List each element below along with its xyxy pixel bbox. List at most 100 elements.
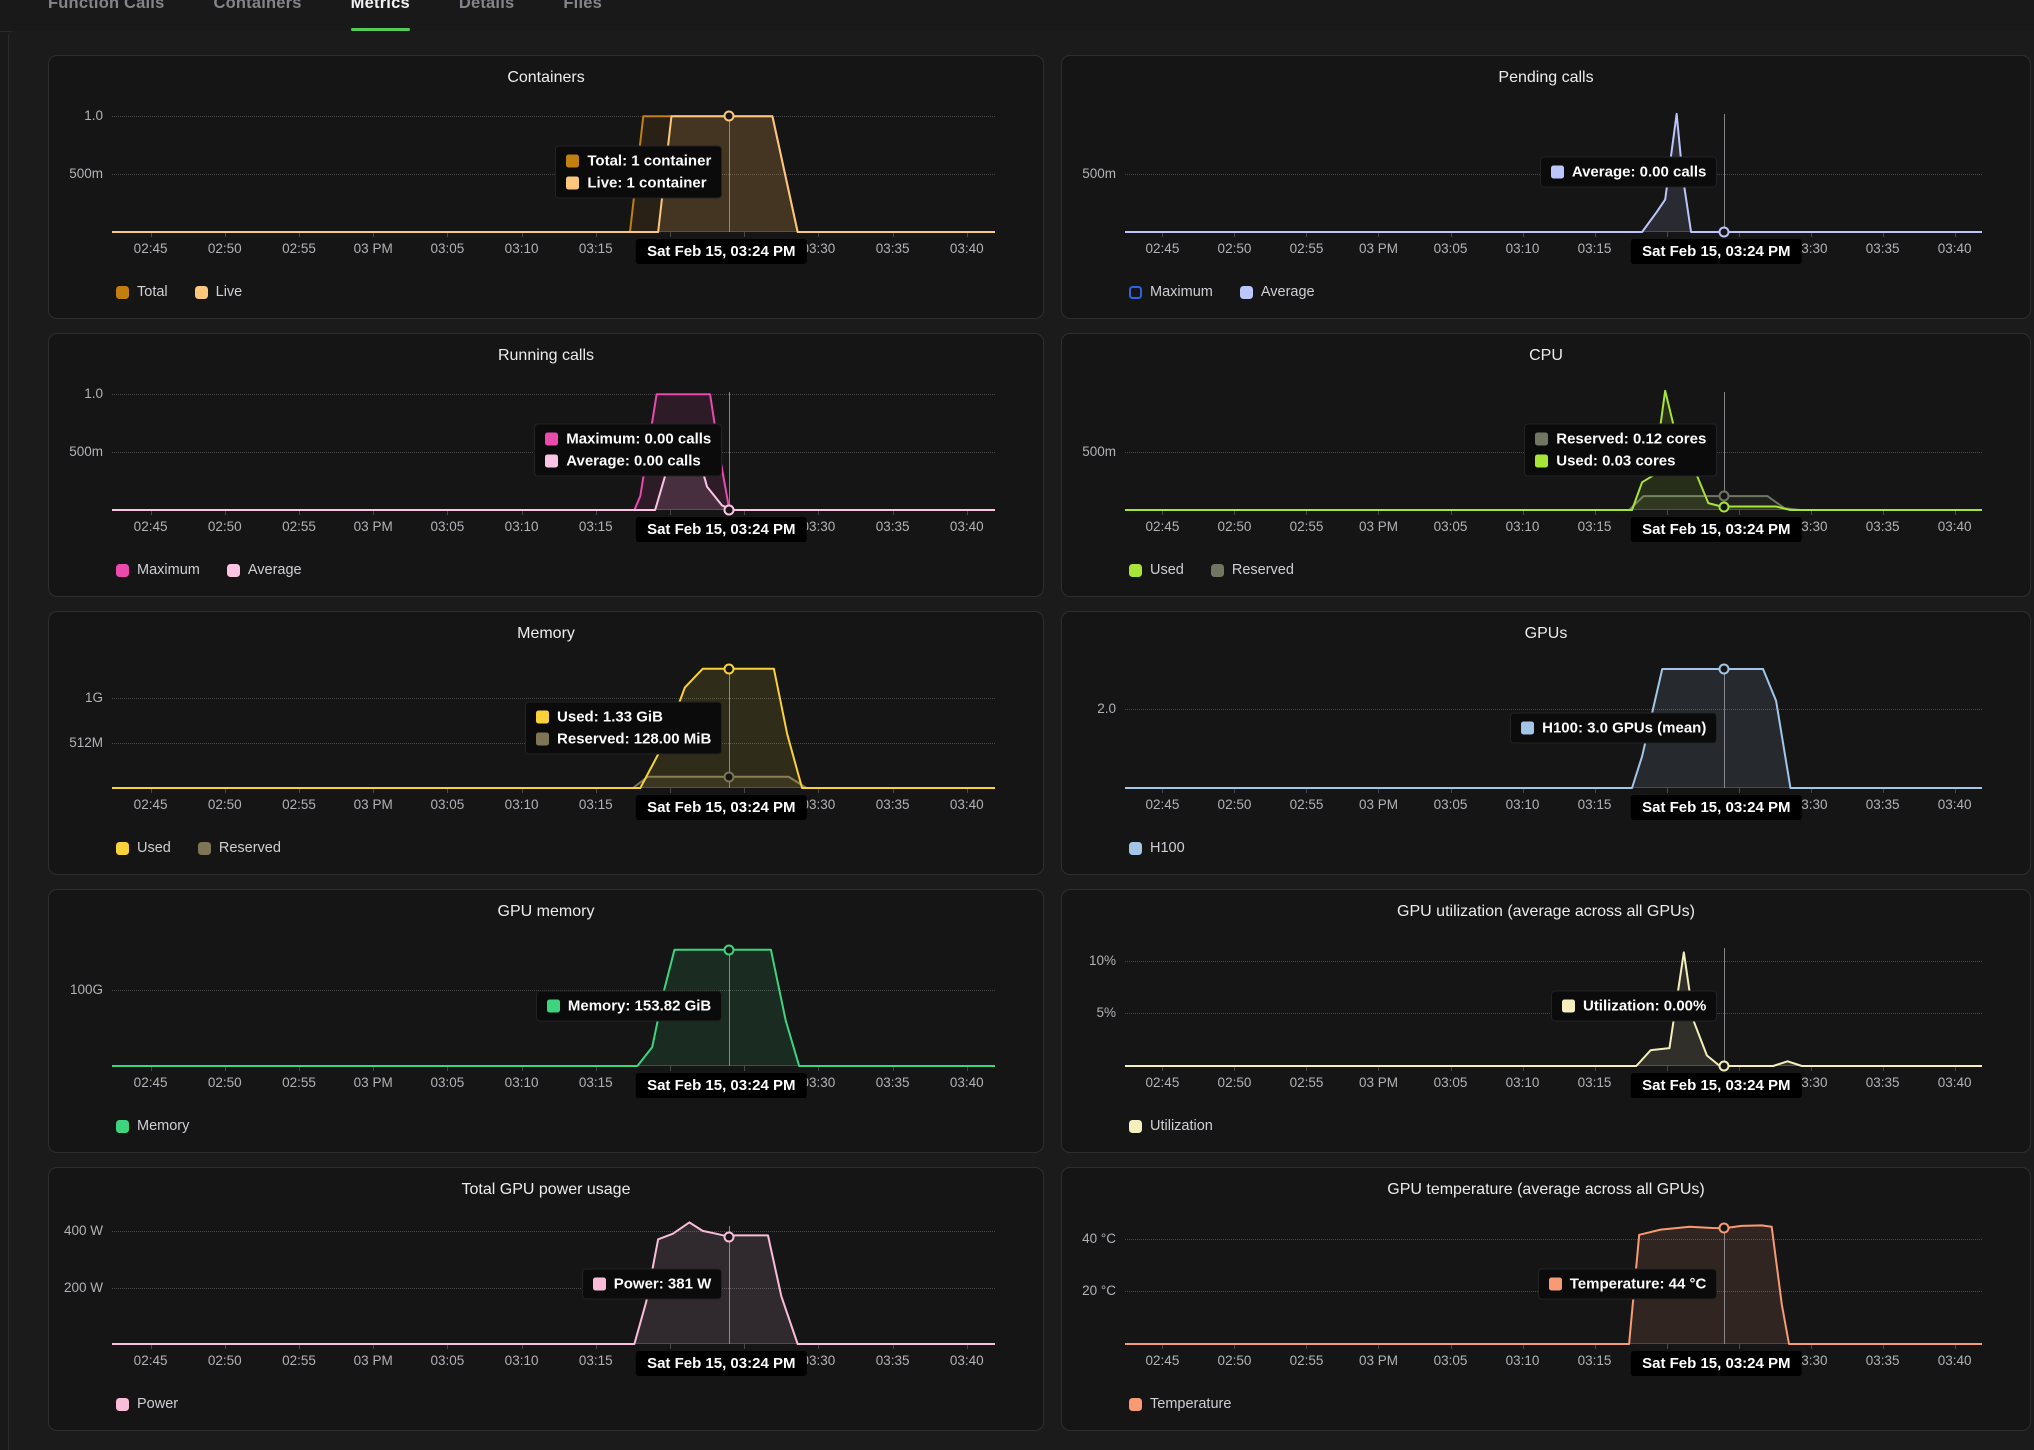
series-line-live <box>112 116 995 232</box>
x-axis-label: 03:30 <box>801 519 835 534</box>
value-tooltip-text: Used: 1.33 GiB <box>557 708 663 725</box>
chart-plot-running-calls[interactable]: 1.0500m02:4502:5002:5503 PM03:0503:1003:… <box>112 389 995 510</box>
legend-item-live[interactable]: Live <box>195 284 243 300</box>
x-axis-tick <box>1667 232 1668 237</box>
y-axis-label: 2.0 <box>1056 701 1116 716</box>
x-axis-label: 03:30 <box>801 1353 835 1368</box>
legend-item-h100[interactable]: H100 <box>1129 840 1185 856</box>
legend-color-swatch <box>116 564 129 577</box>
x-axis-label: 02:55 <box>1290 1353 1324 1368</box>
tab-function-calls[interactable]: Function Calls <box>48 0 164 31</box>
legend-item-maximum[interactable]: Maximum <box>116 562 200 578</box>
x-axis-label: 02:45 <box>1146 241 1180 256</box>
hover-crosshair <box>729 392 730 510</box>
chart-plot-gpu-memory[interactable]: 100G02:4502:5002:5503 PM03:0503:1003:150… <box>112 945 995 1066</box>
tab-containers[interactable]: Containers <box>213 0 301 31</box>
hover-point-marker <box>724 663 735 674</box>
y-axis-label: 20 °C <box>1056 1283 1116 1298</box>
legend-item-reserved[interactable]: Reserved <box>1211 562 1294 578</box>
chart-card-gpu-temperature: GPU temperature (average across all GPUs… <box>1061 1167 2031 1431</box>
chart-title: GPU temperature (average across all GPUs… <box>1062 1181 2030 1199</box>
legend-item-power[interactable]: Power <box>116 1396 178 1412</box>
series-color-swatch <box>566 176 579 189</box>
value-tooltip: Temperature: 44 °C <box>1539 1269 1717 1298</box>
series-area-live <box>112 116 995 232</box>
tab-files[interactable]: Files <box>563 0 602 31</box>
chart-plot-gpu-utilization[interactable]: 10%5%02:4502:5002:5503 PM03:0503:1003:15… <box>1125 945 1982 1066</box>
date-tooltip: Sat Feb 15, 03:24 PM <box>1631 239 1801 264</box>
hover-crosshair <box>729 114 730 232</box>
x-axis-label: 03:15 <box>579 241 613 256</box>
legend-color-swatch <box>116 286 129 299</box>
legend-color-swatch <box>116 1398 129 1411</box>
legend-color-swatch <box>1129 842 1142 855</box>
legend-label: Power <box>137 1396 178 1412</box>
x-axis-label: 03:15 <box>1578 1353 1612 1368</box>
value-tooltip-row: Reserved: 0.12 cores <box>1535 430 1706 447</box>
chart-title: Total GPU power usage <box>49 1181 1043 1199</box>
chart-plot-gpus[interactable]: 2.002:4502:5002:5503 PM03:0503:1003:1503… <box>1125 667 1982 788</box>
legend-item-average[interactable]: Average <box>1240 284 1315 300</box>
chart-title: Containers <box>49 69 1043 87</box>
legend-item-maximum[interactable]: Maximum <box>1129 284 1213 300</box>
chart-plot-cpu[interactable]: 500m02:4502:5002:5503 PM03:0503:1003:150… <box>1125 389 1982 510</box>
legend-item-utilization[interactable]: Utilization <box>1129 1118 1213 1134</box>
chart-plot-pending-calls[interactable]: 500m02:4502:5002:5503 PM03:0503:1003:150… <box>1125 111 1982 232</box>
chart-card-gpus: GPUs2.002:4502:5002:5503 PM03:0503:1003:… <box>1061 611 2031 875</box>
x-axis-tick <box>670 1344 671 1349</box>
x-axis-tick <box>744 232 745 237</box>
x-axis-label: 02:50 <box>208 519 242 534</box>
value-tooltip-text: Average: 0.00 calls <box>1572 163 1707 180</box>
hover-point-marker <box>1719 227 1730 238</box>
x-axis-tick <box>1739 788 1740 793</box>
legend-item-reserved[interactable]: Reserved <box>198 840 281 856</box>
y-axis-label: 200 W <box>43 1280 103 1295</box>
tab-label: Files <box>563 0 602 13</box>
hover-crosshair <box>1724 670 1725 788</box>
x-axis-label: 03:10 <box>505 241 539 256</box>
tab-details[interactable]: Details <box>459 0 515 31</box>
x-axis-label: 02:45 <box>1146 797 1180 812</box>
tab-metrics[interactable]: Metrics <box>351 0 410 31</box>
hover-crosshair <box>1724 948 1725 1066</box>
x-axis-label: 02:50 <box>208 1353 242 1368</box>
value-tooltip: Average: 0.00 calls <box>1541 157 1717 186</box>
date-tooltip: Sat Feb 15, 03:24 PM <box>1631 1351 1801 1376</box>
x-axis-label: 02:45 <box>134 241 168 256</box>
value-tooltip-text: Live: 1 container <box>587 174 706 191</box>
x-axis-label: 02:55 <box>282 1075 316 1090</box>
legend-item-temperature[interactable]: Temperature <box>1129 1396 1231 1412</box>
chart-plot-containers[interactable]: 1.0500m02:4502:5002:5503 PM03:0503:1003:… <box>112 111 995 232</box>
value-tooltip-row: Memory: 153.82 GiB <box>547 997 711 1014</box>
x-axis-tick <box>1667 1344 1668 1349</box>
x-axis-label: 03:40 <box>950 241 984 256</box>
x-axis-label: 02:50 <box>1218 241 1252 256</box>
value-tooltip-text: Average: 0.00 calls <box>566 452 701 469</box>
x-axis-label: 03:05 <box>430 1075 464 1090</box>
chart-plot-memory[interactable]: 1G512M02:4502:5002:5503 PM03:0503:1003:1… <box>112 667 995 788</box>
legend-item-total[interactable]: Total <box>116 284 168 300</box>
legend-label: Live <box>216 284 243 300</box>
chart-card-pending-calls: Pending calls500m02:4502:5002:5503 PM03:… <box>1061 55 2031 319</box>
legend-label: Total <box>137 284 168 300</box>
value-tooltip-text: Used: 0.03 cores <box>1556 452 1675 469</box>
value-tooltip-text: Memory: 153.82 GiB <box>568 997 711 1014</box>
date-tooltip: Sat Feb 15, 03:24 PM <box>636 517 806 542</box>
legend-color-swatch <box>1211 564 1224 577</box>
chart-plot-gpu-power[interactable]: 400 W200 W02:4502:5002:5503 PM03:0503:10… <box>112 1223 995 1344</box>
chart-card-cpu: CPU500m02:4502:5002:5503 PM03:0503:1003:… <box>1061 333 2031 597</box>
legend-item-used[interactable]: Used <box>1129 562 1184 578</box>
legend-item-used[interactable]: Used <box>116 840 171 856</box>
x-axis-label: 02:55 <box>282 241 316 256</box>
legend-item-average[interactable]: Average <box>227 562 302 578</box>
chart-plot-gpu-temperature[interactable]: 40 °C20 °C02:4502:5002:5503 PM03:0503:10… <box>1125 1223 1982 1344</box>
x-axis-label: 03:35 <box>876 1353 910 1368</box>
value-tooltip: Used: 1.33 GiBReserved: 128.00 MiB <box>526 702 721 753</box>
x-axis-label: 03:10 <box>505 1353 539 1368</box>
legend-item-memory[interactable]: Memory <box>116 1118 189 1134</box>
x-axis-tick <box>670 510 671 515</box>
date-tooltip: Sat Feb 15, 03:24 PM <box>636 1073 806 1098</box>
series-color-swatch <box>536 732 549 745</box>
value-tooltip: H100: 3.0 GPUs (mean) <box>1511 713 1716 742</box>
x-axis-label: 03:35 <box>876 519 910 534</box>
